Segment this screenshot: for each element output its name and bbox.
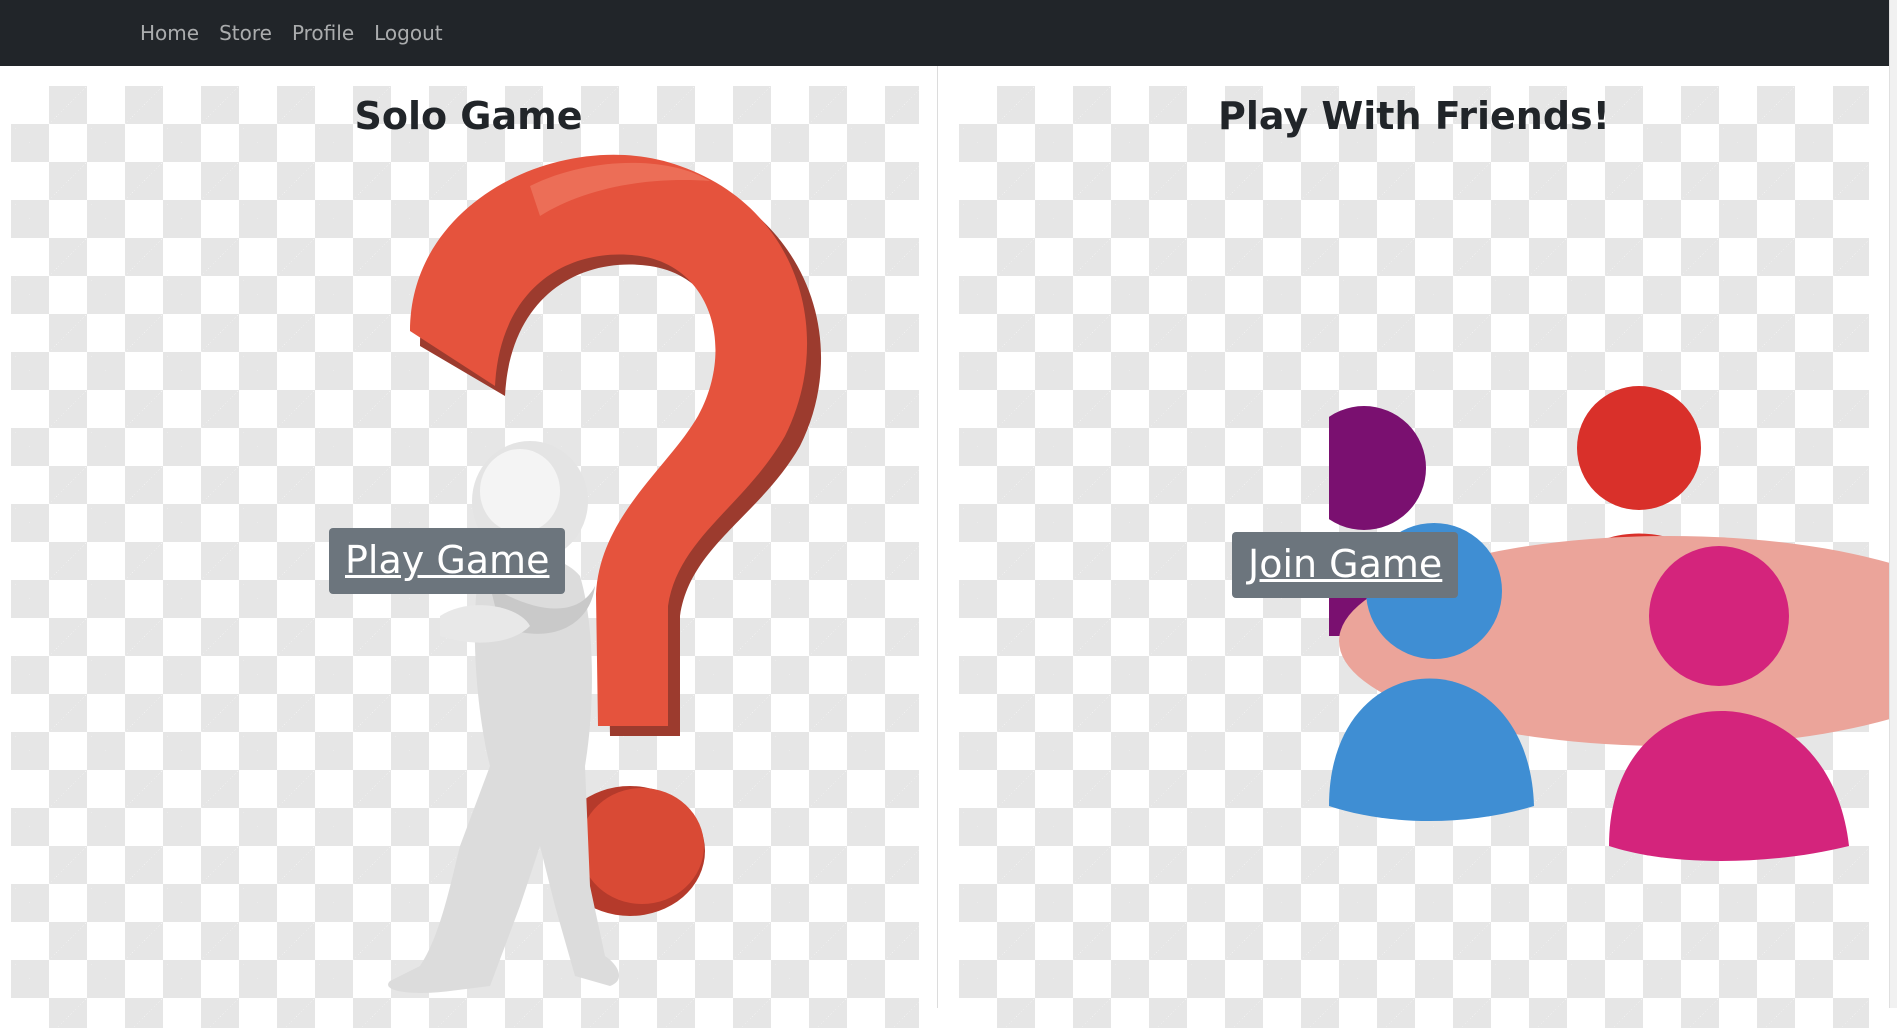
top-navbar: Home Store Profile Logout	[0, 0, 1889, 66]
nav-link-home[interactable]: Home	[140, 21, 199, 45]
people-around-table-icon	[1329, 386, 1889, 861]
nav-link-logout[interactable]: Logout	[374, 21, 442, 45]
friends-game-title: Play With Friends!	[1217, 94, 1610, 138]
page-scrollbar[interactable]	[1889, 0, 1897, 1008]
join-game-button[interactable]: Join Game	[1232, 532, 1459, 598]
nav-link-store[interactable]: Store	[219, 21, 272, 45]
solo-game-title: Solo Game	[354, 94, 583, 138]
solo-game-panel: Solo Game Play Game	[0, 66, 938, 1028]
friends-game-panel: Play With Friends! Join Game	[939, 66, 1889, 1028]
nav-link-profile[interactable]: Profile	[292, 21, 354, 45]
play-game-button[interactable]: Play Game	[329, 528, 566, 594]
